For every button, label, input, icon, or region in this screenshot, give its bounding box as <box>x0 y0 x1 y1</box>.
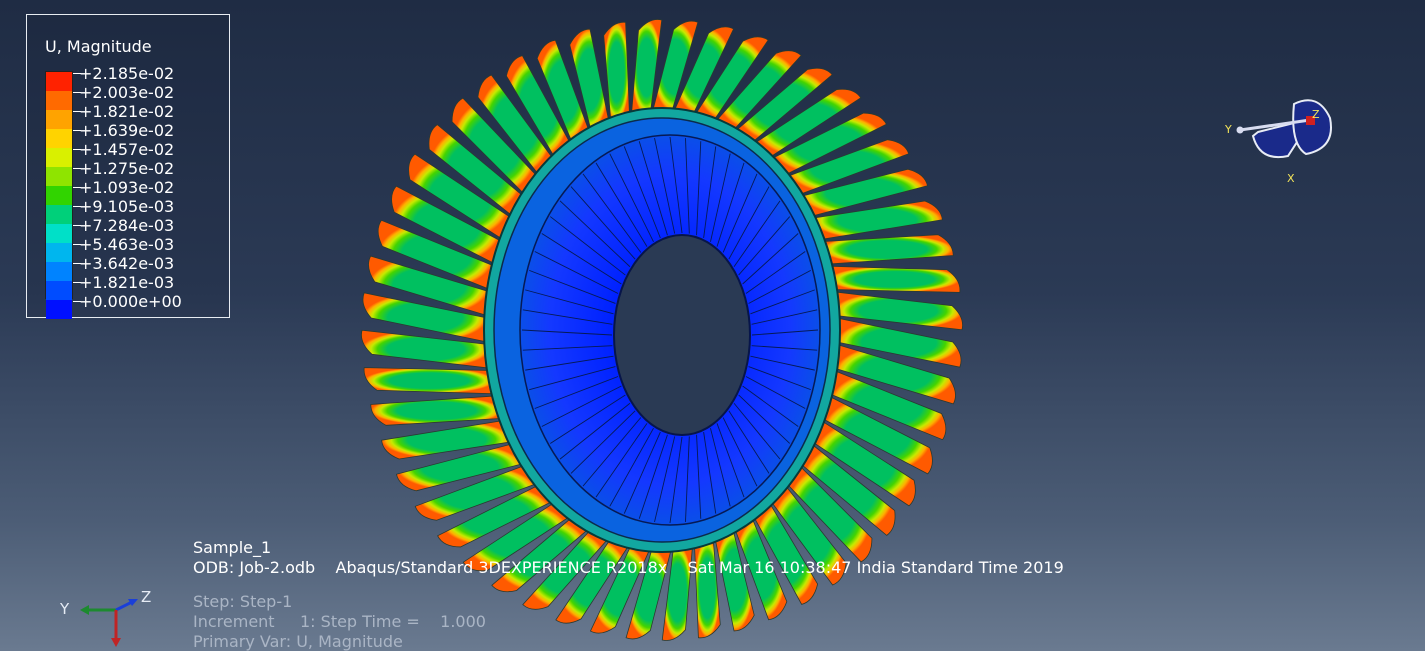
legend-swatch <box>46 281 72 300</box>
legend-swatch <box>46 262 72 281</box>
legend-swatch <box>46 129 72 148</box>
legend-value-label: +7.284e-03 <box>79 216 175 235</box>
legend-value-label: +9.105e-03 <box>79 197 175 216</box>
legend-labels: +2.185e-02 +2.003e-02 +1.821e-02 +1.639e-02… <box>79 64 182 311</box>
legend-tick <box>73 301 81 302</box>
legend-value-label: +0.000e+00 <box>79 292 182 311</box>
legend-swatch <box>46 167 72 186</box>
legend-tick <box>73 206 81 207</box>
legend-tick <box>73 73 81 74</box>
legend-swatch <box>46 224 72 243</box>
legend-value-label: +1.821e-02 <box>79 102 175 121</box>
turbine-blade <box>370 395 503 426</box>
triad-z-label: Z <box>141 588 152 606</box>
view-cube-z-label: Z <box>1312 108 1320 121</box>
turbine-blade <box>694 537 721 639</box>
legend-tick <box>73 130 81 131</box>
increment-info-line: Increment 1: Step Time = 1.000 <box>193 612 486 631</box>
legend-value-label: +1.457e-02 <box>79 140 175 159</box>
legend-value-label: +2.185e-02 <box>79 64 175 83</box>
legend-swatch <box>46 91 72 110</box>
legend-color-bar <box>45 71 73 319</box>
step-info-line: Step: Step-1 <box>193 592 293 611</box>
contour-legend: U, Magnitude +2.185e-02 +2.003e-02 +1.821e… <box>26 14 230 319</box>
legend-tick <box>73 149 81 150</box>
inner-bore <box>613 234 751 436</box>
view-cube-y-label: Y <box>1225 123 1232 136</box>
legend-title: U, Magnitude <box>45 37 152 56</box>
turbine-blade <box>828 265 961 293</box>
model-name: Sample_1 <box>193 538 272 557</box>
legend-swatch <box>46 72 72 91</box>
turbine-blade <box>603 21 630 123</box>
odb-info-line: ODB: Job-2.odb Abaqus/Standard 3DEXPERIE… <box>193 558 1064 577</box>
legend-value-label: +1.639e-02 <box>79 121 175 140</box>
turbine-blade <box>363 367 496 395</box>
legend-swatch <box>46 205 72 224</box>
graphics-viewport[interactable]: U, Magnitude +2.185e-02 +2.003e-02 +1.821e… <box>0 0 1425 651</box>
legend-tick <box>73 187 81 188</box>
legend-value-label: +5.463e-03 <box>79 235 175 254</box>
legend-swatch <box>46 186 72 205</box>
legend-value-label: +3.642e-03 <box>79 254 175 273</box>
legend-tick <box>73 168 81 169</box>
legend-tick <box>73 111 81 112</box>
legend-swatch <box>46 243 72 262</box>
view-cube-icon[interactable] <box>1218 92 1338 187</box>
legend-swatch <box>46 110 72 129</box>
legend-value-label: +1.275e-02 <box>79 159 175 178</box>
legend-tick <box>73 263 81 264</box>
legend-tick <box>73 92 81 93</box>
coordinate-triad-icon <box>80 599 138 647</box>
legend-value-label: +1.821e-03 <box>79 273 175 292</box>
legend-value-label: +1.093e-02 <box>79 178 175 197</box>
primary-var-line: Primary Var: U, Magnitude <box>193 632 403 651</box>
legend-swatch <box>46 148 72 167</box>
view-cube-x-label: X <box>1287 172 1295 185</box>
legend-swatch <box>46 300 72 319</box>
turbine-blade <box>821 234 954 265</box>
legend-tick <box>73 225 81 226</box>
legend-tick <box>73 282 81 283</box>
triad-y-label: Y <box>60 600 70 618</box>
legend-value-label: +2.003e-02 <box>79 83 175 102</box>
legend-tick <box>73 244 81 245</box>
